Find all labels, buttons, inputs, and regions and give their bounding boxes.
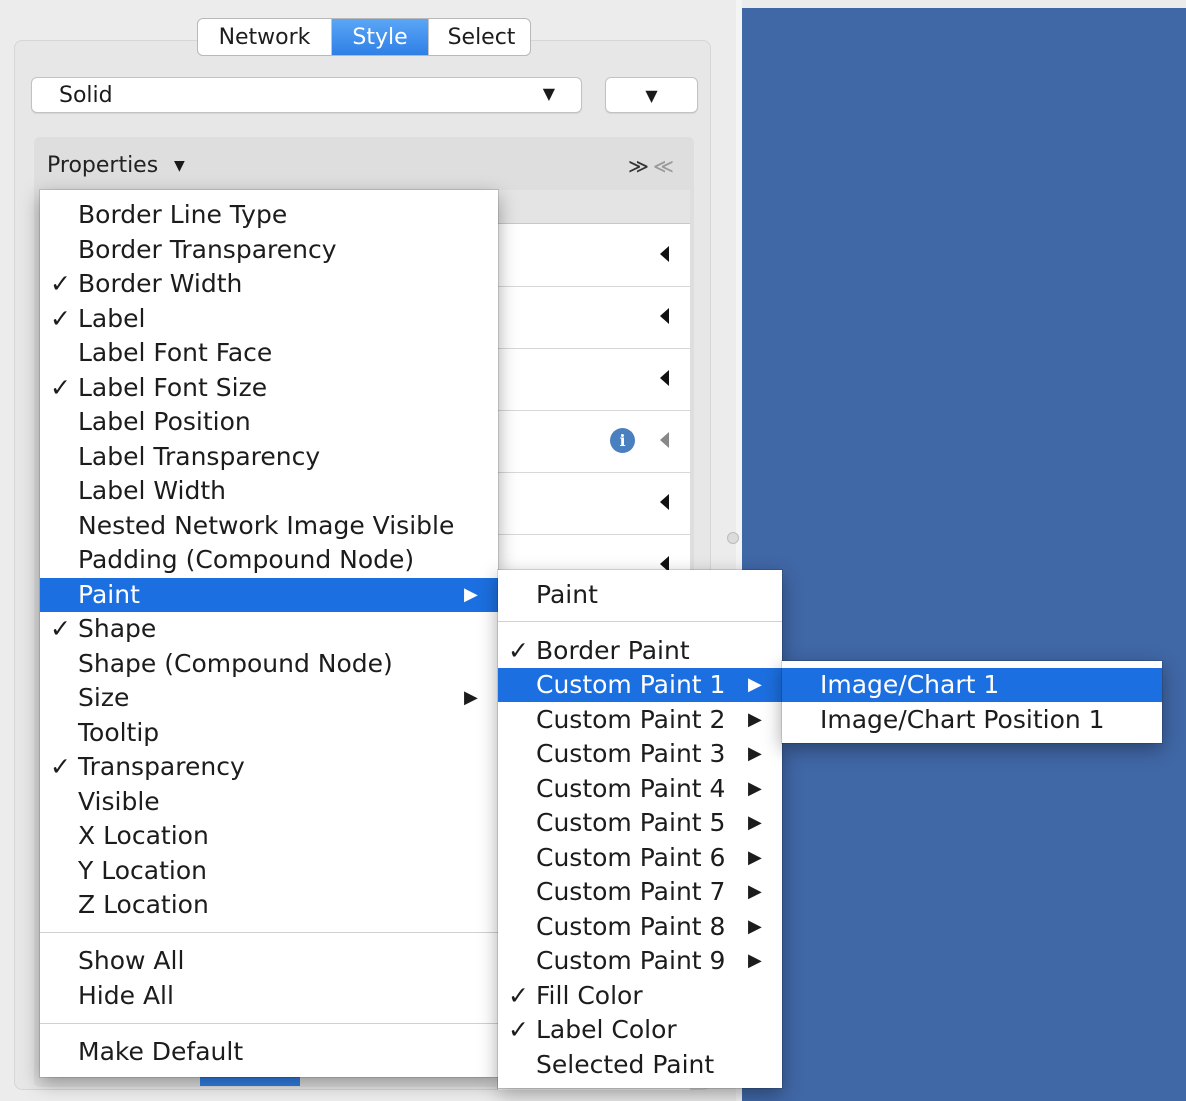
- checkmark-icon: ✓: [508, 981, 529, 1010]
- collapse-arrow-icon[interactable]: [660, 246, 669, 262]
- property-row[interactable]: [498, 224, 691, 287]
- custom-paint-submenu: Image/Chart 1 Image/Chart Position 1: [782, 661, 1162, 743]
- panel-tabs: Network Style Select: [197, 18, 531, 56]
- style-dropdown[interactable]: Solid ▼: [31, 77, 582, 113]
- menu-item-image-chart-position-1[interactable]: Image/Chart Position 1: [782, 703, 1162, 737]
- network-canvas[interactable]: [742, 8, 1186, 1101]
- menu-item-transparency[interactable]: ✓ Transparency: [40, 750, 498, 784]
- collapse-arrow-icon[interactable]: [660, 432, 669, 448]
- property-row[interactable]: [498, 286, 691, 349]
- menu-item-custom-paint-3[interactable]: Custom Paint 3 ▶: [498, 737, 782, 771]
- checkmark-icon: ✓: [508, 636, 529, 665]
- menu-item-nested-network-image-visible[interactable]: Nested Network Image Visible: [40, 509, 498, 543]
- menu-item-custom-paint-1[interactable]: Custom Paint 1 ▶: [498, 668, 782, 702]
- dropdown-caret-icon: ▼: [542, 84, 555, 103]
- menu-item-visible[interactable]: Visible: [40, 785, 498, 819]
- tab-select[interactable]: Select: [429, 19, 530, 55]
- properties-menu-button[interactable]: Properties: [47, 153, 158, 178]
- menu-separator: [40, 932, 498, 933]
- menu-item-label-font-face[interactable]: Label Font Face: [40, 336, 498, 370]
- checkmark-icon: ✓: [508, 1015, 529, 1044]
- submenu-arrow-icon: ▶: [464, 584, 478, 605]
- menu-item-label[interactable]: ✓ Label: [40, 302, 498, 336]
- submenu-arrow-icon: ▶: [748, 812, 762, 833]
- menu-separator: [498, 621, 782, 622]
- double-chevron-up-icon[interactable]: ≪: [653, 154, 678, 178]
- menu-item-x-location[interactable]: X Location: [40, 819, 498, 853]
- property-row[interactable]: [498, 472, 691, 535]
- menu-item-fill-color[interactable]: ✓ Fill Color: [498, 979, 782, 1013]
- menu-item-border-paint[interactable]: ✓ Border Paint: [498, 634, 782, 668]
- submenu-arrow-icon: ▶: [748, 847, 762, 868]
- menu-separator: [40, 1023, 498, 1024]
- menu-item-border-line-type[interactable]: Border Line Type: [40, 198, 498, 232]
- menu-item-y-location[interactable]: Y Location: [40, 854, 498, 888]
- submenu-arrow-icon: ▶: [748, 916, 762, 937]
- menu-item-border-transparency[interactable]: Border Transparency: [40, 233, 498, 267]
- submenu-arrow-icon: ▶: [748, 709, 762, 730]
- submenu-arrow-icon: ▶: [464, 687, 478, 708]
- style-options-dropdown[interactable]: ▼: [605, 77, 698, 113]
- double-chevron-down-icon[interactable]: ≫: [628, 154, 653, 178]
- menu-item-shape[interactable]: ✓ Shape: [40, 612, 498, 646]
- expand-collapse-controls: ≫≪: [628, 154, 678, 178]
- menu-item-image-chart-1[interactable]: Image/Chart 1: [782, 668, 1162, 702]
- checkmark-icon: ✓: [50, 269, 71, 298]
- submenu-arrow-icon: ▶: [748, 881, 762, 902]
- checkmark-icon: ✓: [50, 304, 71, 333]
- submenu-arrow-icon: ▶: [748, 743, 762, 764]
- properties-menu: Border Line Type Border Transparency ✓ Bo…: [40, 190, 498, 1077]
- menu-item-custom-paint-9[interactable]: Custom Paint 9 ▶: [498, 944, 782, 978]
- checkmark-icon: ✓: [50, 752, 71, 781]
- style-dropdown-value: Solid: [59, 82, 113, 108]
- menu-item-custom-paint-8[interactable]: Custom Paint 8 ▶: [498, 910, 782, 944]
- menu-item-label-width[interactable]: Label Width: [40, 474, 498, 508]
- menu-item-tooltip[interactable]: Tooltip: [40, 716, 498, 750]
- tab-network[interactable]: Network: [198, 19, 332, 55]
- menu-item-z-location[interactable]: Z Location: [40, 888, 498, 922]
- divider-grip[interactable]: [727, 532, 739, 544]
- menu-item-border-width[interactable]: ✓ Border Width: [40, 267, 498, 301]
- checkmark-icon: ✓: [50, 373, 71, 402]
- menu-item-label-transparency[interactable]: Label Transparency: [40, 440, 498, 474]
- menu-item-custom-paint-2[interactable]: Custom Paint 2 ▶: [498, 703, 782, 737]
- menu-item-custom-paint-6[interactable]: Custom Paint 6 ▶: [498, 841, 782, 875]
- menu-item-label-color[interactable]: ✓ Label Color: [498, 1013, 782, 1047]
- checkmark-icon: ✓: [50, 614, 71, 643]
- menu-item-hide-all[interactable]: Hide All: [40, 979, 498, 1013]
- menu-item-show-all[interactable]: Show All: [40, 944, 498, 978]
- collapse-arrow-icon[interactable]: [660, 308, 669, 324]
- paint-submenu: Paint ✓ Border Paint Custom Paint 1 ▶ Cust…: [498, 570, 782, 1088]
- menu-item-padding-compound-node[interactable]: Padding (Compound Node): [40, 543, 498, 577]
- menu-item-custom-paint-4[interactable]: Custom Paint 4 ▶: [498, 772, 782, 806]
- submenu-arrow-icon: ▶: [748, 950, 762, 971]
- tab-style[interactable]: Style: [332, 19, 429, 55]
- menu-item-make-default[interactable]: Make Default: [40, 1035, 498, 1069]
- menu-item-size[interactable]: Size ▶: [40, 681, 498, 715]
- property-table-header: [497, 190, 690, 224]
- submenu-arrow-icon: ▶: [748, 674, 762, 695]
- dropdown-caret-icon: ▼: [645, 85, 658, 105]
- menu-item-custom-paint-5[interactable]: Custom Paint 5 ▶: [498, 806, 782, 840]
- submenu-arrow-icon: ▶: [748, 778, 762, 799]
- menu-item-shape-compound-node[interactable]: Shape (Compound Node): [40, 647, 498, 681]
- property-row[interactable]: i: [498, 410, 691, 473]
- collapse-arrow-icon[interactable]: [660, 494, 669, 510]
- menu-item-label-position[interactable]: Label Position: [40, 405, 498, 439]
- menu-item-label-font-size[interactable]: ✓ Label Font Size: [40, 371, 498, 405]
- submenu-header-paint: Paint: [536, 580, 598, 609]
- menu-item-paint[interactable]: Paint ▶: [40, 578, 498, 612]
- info-icon[interactable]: i: [610, 428, 635, 453]
- properties-caret-icon[interactable]: ▼: [174, 158, 185, 174]
- collapse-arrow-icon[interactable]: [660, 370, 669, 386]
- menu-item-custom-paint-7[interactable]: Custom Paint 7 ▶: [498, 875, 782, 909]
- property-row[interactable]: [498, 348, 691, 411]
- menu-item-selected-paint[interactable]: Selected Paint: [498, 1048, 782, 1082]
